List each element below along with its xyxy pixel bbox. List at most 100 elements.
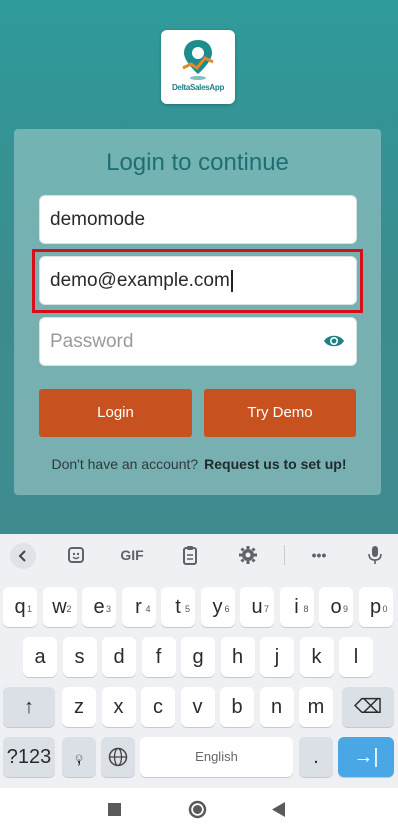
back-triangle-icon[interactable] [272,802,286,817]
sticker-icon[interactable] [66,543,86,567]
key-y-label: y [212,596,223,618]
key-j[interactable]: j [260,637,294,677]
period-key[interactable]: . [299,737,333,777]
key-t-label: t [175,596,181,618]
key-f-label: f [155,646,162,668]
key-w-label: w [52,596,67,618]
space-key[interactable]: English [140,737,293,777]
period-key-label: . [313,746,319,768]
key-l[interactable]: l [339,637,373,677]
backspace-key-label: ⌫ [353,696,383,718]
key-e-label: e [93,596,105,618]
key-z[interactable]: z [62,687,96,727]
company-field-value: demomode [50,209,146,230]
space-key-label: English [195,749,238,764]
key-c[interactable]: c [141,687,175,727]
shift-key[interactable]: ↑ [3,687,55,727]
password-field[interactable]: Password [39,317,357,366]
key-x[interactable]: x [101,687,136,727]
key-a[interactable]: a [23,637,57,677]
key-u-label: u [251,596,263,618]
key-i-alt: 8 [303,604,309,614]
eye-icon[interactable] [323,332,345,350]
key-q[interactable]: q1 [3,587,37,627]
key-v-label: v [192,696,203,718]
home-circle-icon[interactable] [188,800,207,819]
login-card: Login to continue [14,129,381,495]
key-b[interactable]: b [220,687,254,727]
key-e-alt: 3 [105,604,111,614]
key-n-label: n [270,696,283,718]
key-j-label: j [274,646,280,668]
password-placeholder: Password [50,331,134,352]
key-c-label: c [153,696,163,718]
key-z-label: z [74,696,84,718]
key-t-alt: 5 [184,604,190,614]
card-title: Login to continue [106,149,289,176]
key-s-label: s [74,646,85,668]
key-k[interactable]: k [299,637,334,677]
key-q-label: q [14,596,26,618]
keyboard-toolbar: GIF ••• [0,534,398,576]
key-s[interactable]: s [62,637,97,677]
gif-button[interactable]: GIF [118,543,146,567]
key-r-alt: 4 [145,604,151,614]
soft-keyboard: GIF ••• q 1 w 2 e 3 r 4 t 5 y 6 u 7 i 8 o 9 p 0 a s d f g h j k l ↑ z x… [0,534,398,788]
enter-key[interactable]: →| [338,737,394,777]
key-w[interactable]: w2 [42,587,77,627]
shift-key-label: ↑ [24,696,34,718]
emoji-comma-key[interactable]: , ☺ [62,737,96,777]
app-logo: DeltaSalesApp [161,30,235,104]
key-h-label: h [231,646,244,668]
globe-icon [108,747,128,767]
login-button[interactable]: Login [39,389,192,437]
key-r-label: r [135,596,142,618]
key-o-alt: 9 [342,604,348,614]
key-v[interactable]: v [180,687,215,727]
key-d[interactable]: d [102,637,136,677]
key-i-label: i [294,596,299,618]
key-k-label: k [311,646,322,668]
key-m-label: m [307,696,325,718]
company-field[interactable]: demomode [39,195,357,244]
signup-link[interactable]: Request us to set up! [204,456,346,472]
try-demo-button[interactable]: Try Demo [204,389,356,437]
key-p[interactable]: p0 [358,587,393,627]
key-f[interactable]: f [141,637,176,677]
signup-row: Don't have an account? Request us to set … [0,456,398,472]
key-n[interactable]: n [259,687,294,727]
more-icon[interactable]: ••• [308,543,330,567]
key-r[interactable]: r4 [121,587,156,627]
enter-key-label: →| [353,746,379,768]
system-nav-bar [0,788,398,831]
key-i[interactable]: i8 [279,587,314,627]
key-d-label: d [113,646,125,668]
back-icon[interactable] [10,543,36,569]
key-y-alt: 6 [224,604,230,614]
language-key[interactable] [101,737,135,777]
key-h[interactable]: h [220,637,255,677]
key-l-label: l [353,646,359,668]
key-e[interactable]: e3 [82,587,116,627]
key-t[interactable]: t5 [161,587,195,627]
key-p-alt: 0 [382,604,388,614]
clipboard-icon[interactable] [180,543,200,567]
email-field[interactable]: demo@example.com [39,256,357,305]
emoji-icon: ☺ [73,752,85,764]
mic-icon[interactable] [366,543,384,567]
key-w-alt: 2 [66,604,72,614]
key-u[interactable]: u7 [240,587,274,627]
email-field-value: demo@example.com [50,270,230,291]
key-m[interactable]: m [299,687,333,727]
toolbar-divider [284,545,285,565]
recents-square-icon[interactable] [108,803,121,816]
signup-question: Don't have an account? [51,456,199,472]
key-o[interactable]: o9 [319,587,353,627]
location-pin-icon [182,40,214,80]
settings-icon[interactable] [237,543,259,567]
symbols-key[interactable]: ?123 [3,737,55,777]
key-u-alt: 7 [263,604,269,614]
key-g[interactable]: g [181,637,215,677]
backspace-key[interactable]: ⌫ [342,687,394,727]
key-y[interactable]: y6 [200,587,235,627]
